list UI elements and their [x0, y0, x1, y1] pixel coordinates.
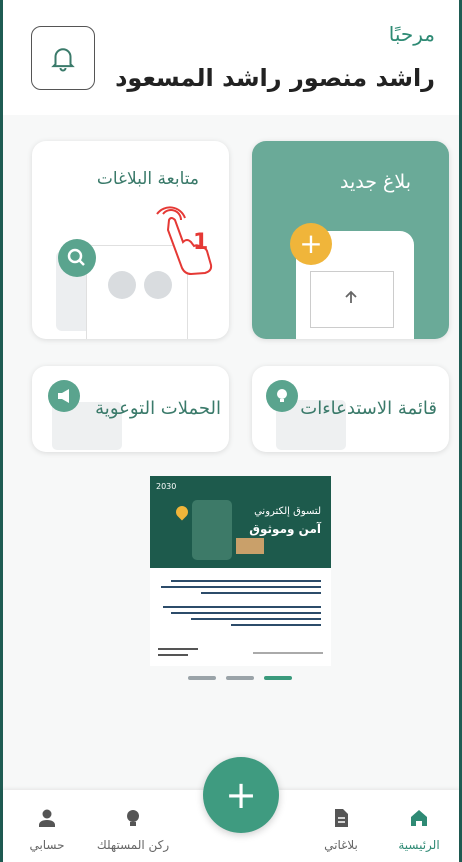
greeting-text: مرحبًا [388, 22, 435, 46]
banner-boxes-graphic [236, 538, 264, 554]
banner-headline-2: آمن وموثوق [249, 522, 321, 536]
person-icon [39, 809, 55, 827]
upload-arrow-icon [345, 290, 357, 303]
tab-home-label: الرئيسية [398, 838, 440, 852]
tab-home[interactable]: الرئيسية [379, 790, 459, 862]
track-reports-title: متابعة البلاغات [96, 169, 199, 189]
recalls-list-title: قائمة الاستدعاءات [300, 398, 437, 419]
megaphone-icon [48, 380, 80, 412]
location-pin-icon [173, 503, 191, 521]
carousel-indicator [188, 676, 298, 680]
tab-consumer-corner-label: ركن المستهلك [96, 838, 170, 852]
lightbulb-icon [266, 380, 298, 412]
add-report-fab[interactable]: + [203, 757, 279, 833]
banner-header-area: 2030 لتسوق إلكتروني آمن وموثوق [150, 476, 331, 568]
awareness-campaigns-card[interactable]: الحملات التوعوية [32, 366, 229, 452]
add-circle-icon: + [290, 223, 332, 265]
carousel-dot[interactable] [188, 676, 216, 680]
bell-icon [51, 48, 75, 72]
lightbulb-tab-icon [127, 810, 139, 826]
user-name: راشد منصور راشد المسعود [115, 64, 435, 92]
awareness-campaigns-title: الحملات التوعوية [95, 398, 221, 419]
banner-phone-graphic [192, 500, 232, 560]
notifications-button[interactable] [31, 26, 95, 90]
new-report-card[interactable]: بلاغ جديد + [252, 141, 449, 339]
carousel-dot[interactable] [226, 676, 254, 680]
tap-hand-icon [156, 206, 213, 276]
home-icon [411, 810, 427, 826]
promo-banner[interactable]: 2030 لتسوق إلكتروني آمن وموثوق [150, 476, 331, 666]
carousel-dot-active[interactable] [264, 676, 292, 680]
recalls-list-card[interactable]: قائمة الاستدعاءات [252, 366, 449, 452]
tab-my-account-label: حسابي [29, 838, 65, 852]
header: مرحبًا راشد منصور راشد المسعود [3, 0, 459, 115]
tab-my-reports-label: بلاغاتي [324, 838, 358, 852]
new-report-title: بلاغ جديد [340, 171, 411, 193]
search-circle-icon [58, 239, 96, 277]
tap-annotation: 1 [149, 206, 229, 276]
document-icon [335, 809, 348, 827]
plus-icon: + [225, 773, 257, 817]
banner-headline-1: لتسوق إلكتروني [254, 506, 321, 517]
tab-my-reports[interactable]: بلاغاتي [301, 790, 381, 862]
banner-year-mark: 2030 [156, 482, 177, 491]
tab-consumer-corner[interactable]: ركن المستهلك [93, 790, 173, 862]
tab-my-account[interactable]: حسابي [7, 790, 87, 862]
step-number: 1 [193, 230, 209, 255]
